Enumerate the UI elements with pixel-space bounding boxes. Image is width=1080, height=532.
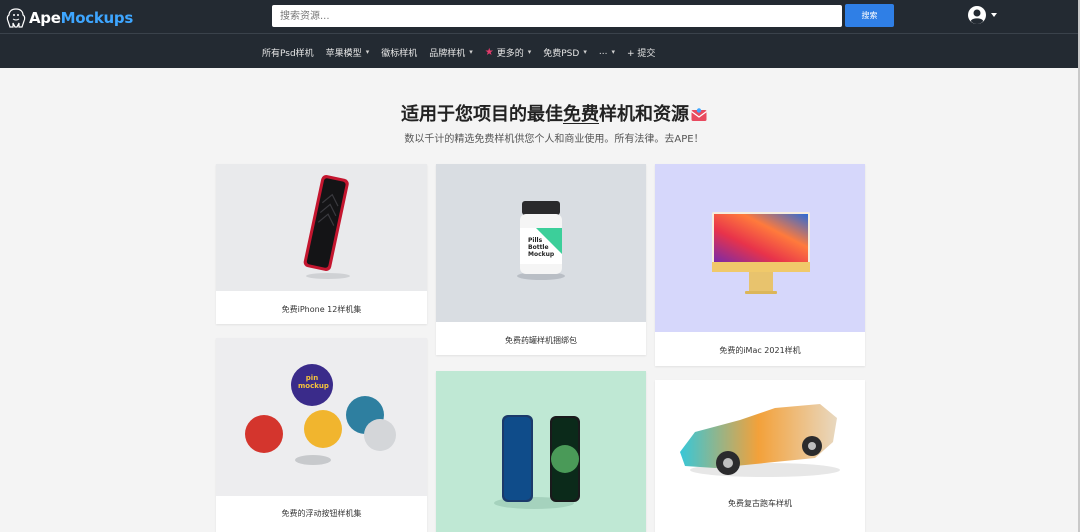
chevron-down-icon bbox=[991, 13, 997, 17]
nav-item-brand[interactable]: 品牌样机 ▾ bbox=[429, 46, 473, 59]
nav-item-label: ... bbox=[598, 47, 608, 57]
logo-text-prefix: Ape bbox=[29, 9, 61, 27]
card-caption: 免费的浮动按钮样机集 bbox=[281, 509, 362, 518]
nav-item-more[interactable]: ★ 更多的 ▾ bbox=[485, 46, 532, 59]
mockup-card-pin-buttons[interactable]: pin mockup 免费的浮动按钮样机集 bbox=[216, 338, 427, 532]
mockup-card-iphone-pair[interactable] bbox=[436, 371, 646, 532]
title-part-1: 适用于您项目的最佳 bbox=[401, 104, 563, 125]
chevron-down-icon: ▾ bbox=[611, 48, 615, 56]
nav-item-logo[interactable]: 徽标样机 bbox=[381, 46, 417, 59]
nav-item-label: 徽标样机 bbox=[381, 48, 418, 59]
user-avatar-icon bbox=[968, 6, 986, 24]
nav-item-apple[interactable]: 苹果模型 ▾ bbox=[326, 46, 370, 59]
nav-item-ellipsis[interactable]: ... ▾ bbox=[599, 47, 615, 57]
card-caption: 免费复古跑车样机 bbox=[728, 499, 792, 508]
star-icon: ★ bbox=[484, 46, 494, 58]
site-logo[interactable]: ApeMockups bbox=[6, 6, 133, 30]
top-navigation-bar: ApeMockups 搜索 所有Psd样机 苹果模型▾ 徽标样机 品牌样机▾ ★… bbox=[0, 0, 1080, 68]
mockup-card-imac[interactable]: 免费的iMac 2021样机 bbox=[655, 164, 865, 366]
chevron-down-icon: ▾ bbox=[527, 48, 532, 56]
nav-item-free-psd[interactable]: 免费PSD ▾ bbox=[543, 46, 587, 59]
title-highlight: 免费 bbox=[563, 104, 599, 125]
chevron-down-icon: ▾ bbox=[365, 48, 370, 56]
chevron-down-icon: ▾ bbox=[469, 48, 473, 56]
logo-text-suffix: Mockups bbox=[60, 9, 134, 27]
nav-item-label: 苹果模型 bbox=[325, 48, 362, 59]
search-button[interactable]: 搜索 bbox=[845, 4, 894, 27]
pin-label: pin mockup bbox=[298, 374, 329, 390]
nav-item-label: 免费PSD bbox=[543, 48, 580, 59]
header-divider bbox=[0, 33, 1080, 34]
page-title: 适用于您项目的最佳免费样机和资源 bbox=[0, 100, 1080, 126]
iphone-pair-mockup-image bbox=[436, 371, 646, 532]
iphone-mockup-image bbox=[216, 164, 427, 291]
imac-mockup-image bbox=[655, 164, 865, 332]
nav-item-label: 所有Psd样机 bbox=[262, 48, 314, 59]
search-input[interactable] bbox=[272, 5, 842, 27]
user-menu[interactable] bbox=[967, 5, 997, 25]
pin-button-mockup-image bbox=[216, 338, 427, 496]
gorilla-logo-icon bbox=[6, 8, 26, 28]
card-caption: 免费药罐样机捆绑包 bbox=[505, 336, 577, 345]
page-subtitle: 数以千计的精选免费样机供您个人和商业使用。所有法律。去APE！ bbox=[404, 134, 704, 145]
retro-car-mockup-image bbox=[655, 380, 865, 495]
main-nav: 所有Psd样机 苹果模型 ▾ 徽标样机 品牌样机 ▾ ★ 更多的 ▾ 免费PSD ▾ ..… bbox=[262, 44, 667, 60]
nav-item-label: 品牌样机 bbox=[429, 48, 466, 59]
bottle-label: Pills Bottle Mockup bbox=[528, 237, 555, 258]
mockup-card-retro-car[interactable]: 免费复古跑车样机 bbox=[655, 380, 865, 532]
nav-item-all-psd[interactable]: 所有Psd样机 bbox=[262, 46, 314, 59]
chevron-down-icon: ▾ bbox=[583, 48, 587, 56]
nav-item-label: 更多的 bbox=[496, 48, 524, 59]
title-part-2: 样机和资源 bbox=[599, 104, 689, 125]
card-caption: 免费iPhone 12样机集 bbox=[281, 305, 362, 314]
nav-item-label: + 提交 bbox=[626, 48, 656, 59]
envelope-heart-icon bbox=[691, 108, 707, 121]
mockup-card-iphone12[interactable]: 免费iPhone 12样机集 bbox=[216, 164, 427, 324]
mockup-card-pill-bottle[interactable]: Pills Bottle Mockup 免费药罐样机捆绑包 bbox=[436, 164, 646, 355]
nav-item-submit[interactable]: + 提交 bbox=[627, 46, 655, 59]
card-caption: 免费的iMac 2021样机 bbox=[719, 346, 801, 355]
